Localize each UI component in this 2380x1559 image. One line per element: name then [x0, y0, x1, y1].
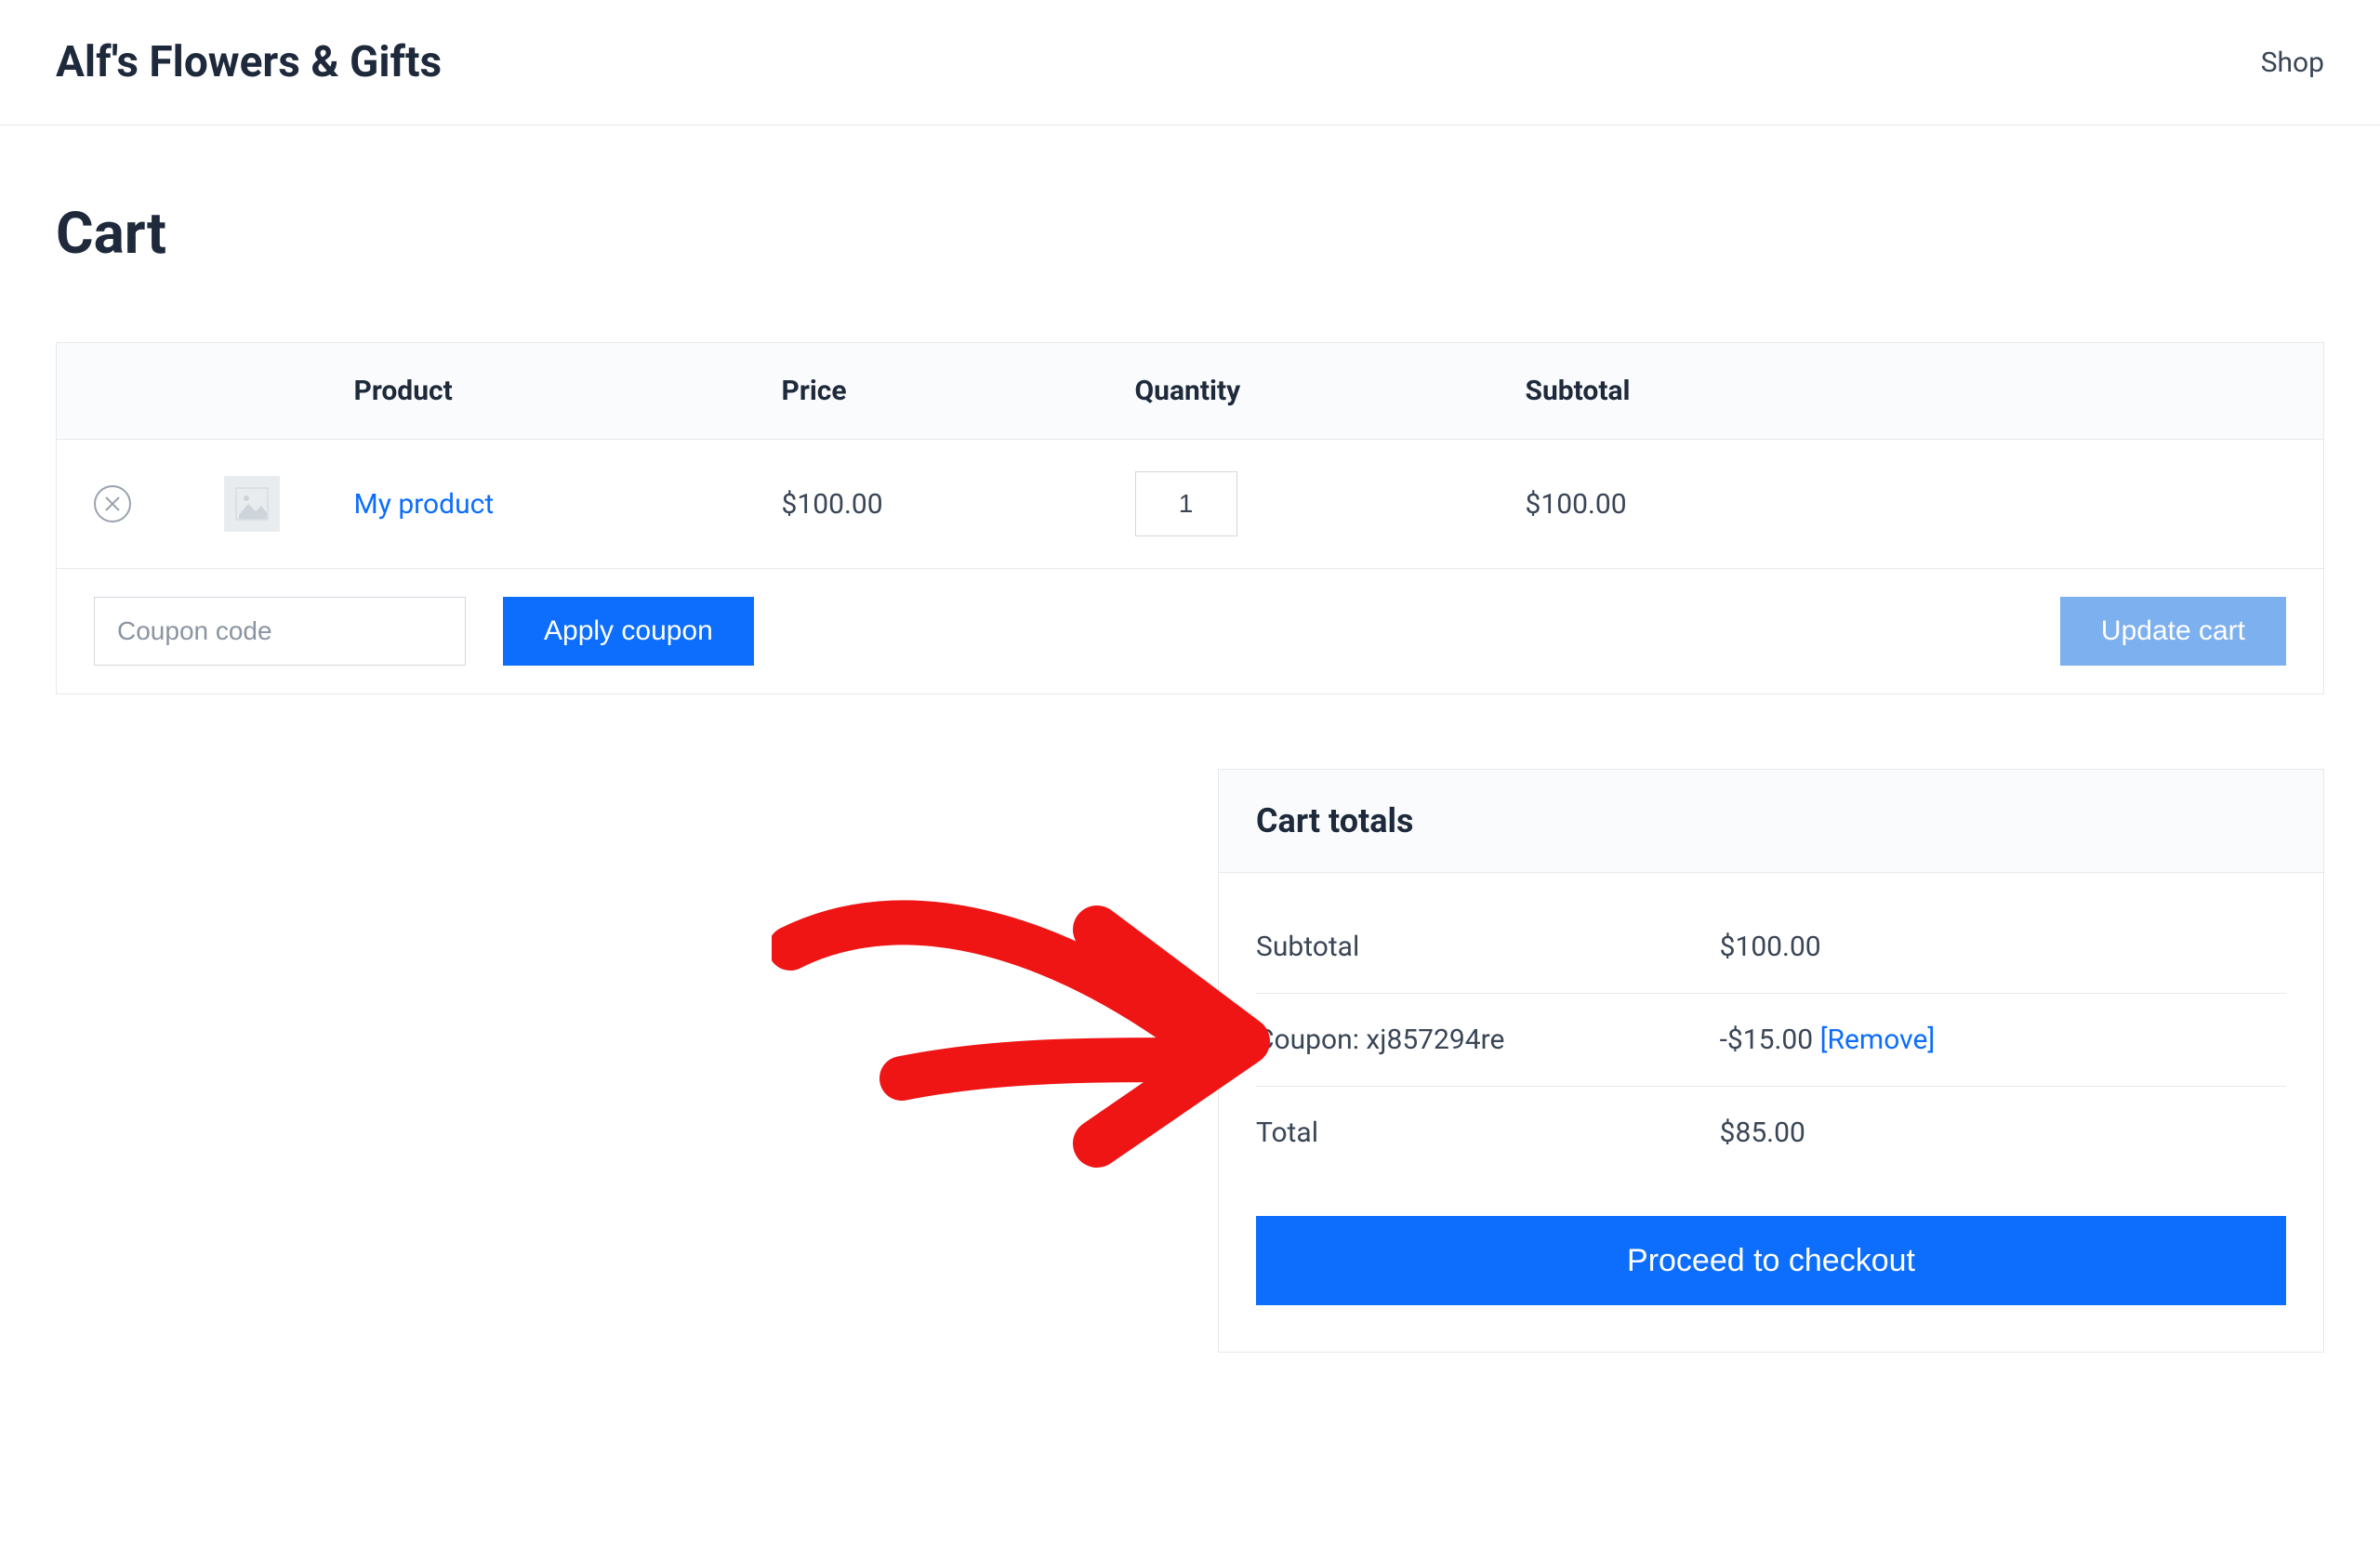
image-placeholder-icon: [235, 487, 269, 521]
site-header: Alf's Flowers & Gifts Shop: [0, 0, 2380, 126]
close-icon: [104, 495, 121, 512]
nav-shop-link[interactable]: Shop: [2261, 46, 2324, 79]
col-subtotal-header: Subtotal: [1507, 343, 2324, 440]
col-price-header: Price: [763, 343, 1117, 440]
cart-actions-row: Apply coupon Update cart: [57, 569, 2324, 694]
apply-coupon-button[interactable]: Apply coupon: [503, 597, 754, 666]
col-quantity-header: Quantity: [1117, 343, 1507, 440]
col-product-header: Product: [336, 343, 763, 440]
totals-subtotal-row: Subtotal $100.00: [1256, 901, 2286, 994]
subtotal-value: $100.00: [1720, 901, 2286, 994]
cart-table: Product Price Quantity Subtotal: [56, 342, 2324, 694]
product-thumbnail[interactable]: [224, 476, 280, 532]
cart-totals-panel: Cart totals Subtotal $100.00 Coupon: xj8…: [1218, 769, 2324, 1353]
total-value: $85.00: [1720, 1087, 2286, 1180]
site-title[interactable]: Alf's Flowers & Gifts: [56, 37, 442, 87]
cart-totals-title: Cart totals: [1219, 770, 2323, 873]
total-label: Total: [1256, 1087, 1720, 1180]
quantity-input[interactable]: [1135, 471, 1237, 536]
item-price: $100.00: [763, 440, 1117, 569]
totals-coupon-row: Coupon: xj857294re -$15.00 [Remove]: [1256, 994, 2286, 1087]
page-title: Cart: [56, 200, 2324, 268]
cart-row: My product $100.00 $100.00: [57, 440, 2324, 569]
col-remove-header: [57, 343, 168, 440]
coupon-code-input[interactable]: [94, 597, 466, 666]
proceed-to-checkout-button[interactable]: Proceed to checkout: [1256, 1216, 2286, 1305]
cart-totals-table: Subtotal $100.00 Coupon: xj857294re -$15…: [1256, 901, 2286, 1179]
coupon-label: Coupon: xj857294re: [1256, 994, 1720, 1087]
subtotal-label: Subtotal: [1256, 901, 1720, 994]
totals-total-row: Total $85.00: [1256, 1087, 2286, 1180]
item-subtotal: $100.00: [1507, 440, 2324, 569]
remove-coupon-link[interactable]: [Remove]: [1820, 1024, 1936, 1056]
product-name-link[interactable]: My product: [354, 488, 495, 521]
remove-item-button[interactable]: [94, 485, 131, 522]
update-cart-button[interactable]: Update cart: [2060, 597, 2286, 666]
col-thumb-header: [168, 343, 336, 440]
coupon-discount-value: -$15.00: [1720, 1024, 1814, 1056]
